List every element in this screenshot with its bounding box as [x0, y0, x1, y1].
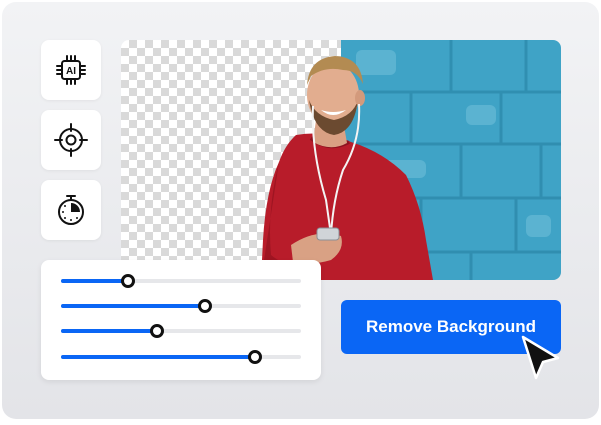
slider-fill: [61, 304, 205, 308]
slider-fill: [61, 279, 129, 283]
slider-thumb[interactable]: [121, 274, 136, 288]
mouse-pointer-icon: [521, 335, 560, 380]
slider-thumb[interactable]: [248, 350, 263, 364]
ai-tool-button[interactable]: AI: [41, 40, 101, 100]
slider-4[interactable]: [61, 350, 301, 364]
remove-background-label: Remove Background: [365, 317, 537, 336]
target-icon: [54, 123, 88, 157]
ai-chip-label: AI: [66, 66, 76, 77]
ai-chip-icon: AI: [56, 55, 86, 85]
timer-tool-button[interactable]: [41, 180, 101, 240]
slider-2[interactable]: [61, 299, 301, 313]
slider-thumb[interactable]: [150, 324, 164, 338]
target-tool-button[interactable]: [41, 110, 101, 170]
image-preview: [121, 40, 561, 280]
slider-1[interactable]: [61, 274, 301, 288]
stopwatch-icon: [58, 195, 84, 225]
preview-photo: [261, 40, 561, 280]
slider-fill: [61, 329, 157, 333]
slider-fill: [61, 355, 256, 359]
slider-3[interactable]: [61, 324, 301, 338]
slider-thumb[interactable]: [198, 299, 212, 313]
adjustment-sliders-panel: [41, 260, 321, 380]
